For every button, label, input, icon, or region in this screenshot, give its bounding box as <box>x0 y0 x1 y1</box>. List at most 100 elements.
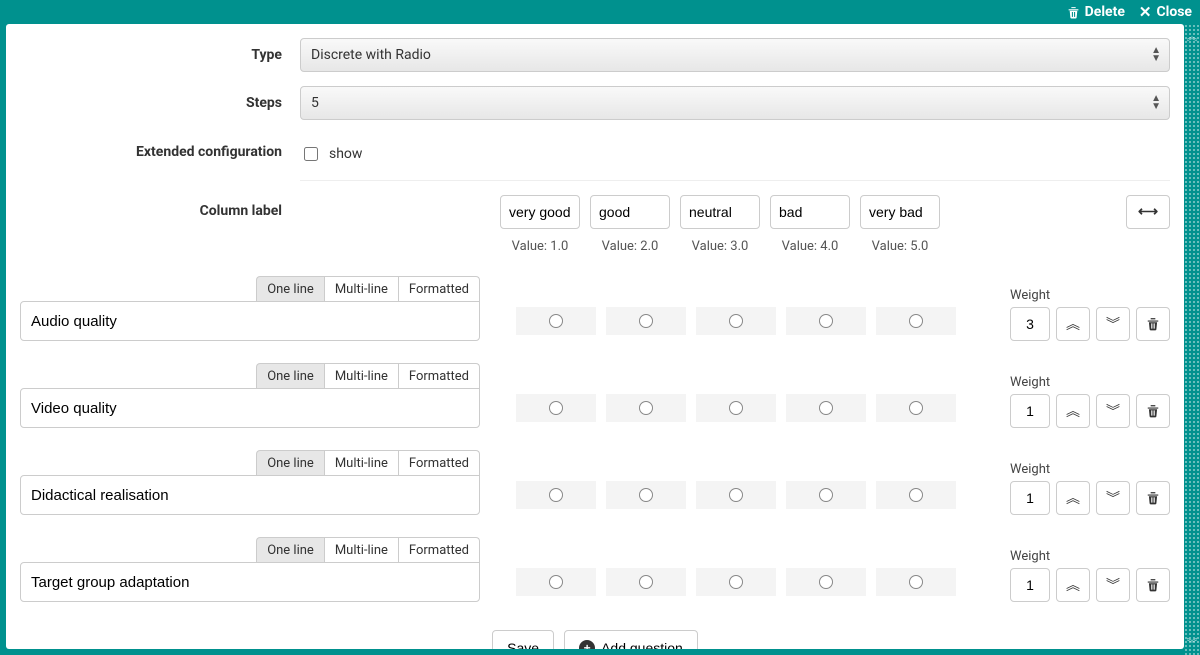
close-button[interactable]: ✕ Close <box>1139 3 1192 21</box>
format-tab-formatted[interactable]: Formatted <box>398 363 480 389</box>
format-tab-multi-line[interactable]: Multi-line <box>324 450 399 476</box>
rating-radio[interactable] <box>516 307 596 335</box>
format-tab-one-line[interactable]: One line <box>256 537 325 563</box>
format-tab-multi-line[interactable]: Multi-line <box>324 363 399 389</box>
move-down-button[interactable]: ︾ <box>1096 481 1130 515</box>
chevron-updown-icon: ▲▼ <box>1151 47 1161 63</box>
delete-row-button[interactable] <box>1136 568 1170 602</box>
weight-label: Weight <box>1010 549 1170 564</box>
delete-button[interactable]: Delete <box>1067 4 1125 20</box>
side-toggle[interactable]: ︽ ︾ <box>1184 24 1200 655</box>
rating-radio[interactable] <box>786 394 866 422</box>
radio-icon <box>729 314 743 328</box>
weight-label: Weight <box>1010 375 1170 390</box>
column-label-input[interactable] <box>680 195 760 229</box>
move-up-button[interactable]: ︽ <box>1056 307 1090 341</box>
rating-radio[interactable] <box>696 394 776 422</box>
column-value: Value: 2.0 <box>590 239 670 254</box>
move-up-button[interactable]: ︽ <box>1056 481 1090 515</box>
add-question-button[interactable]: + Add question <box>564 630 698 649</box>
steps-select[interactable]: 5 ▲▼ <box>300 86 1170 120</box>
format-tab-one-line[interactable]: One line <box>256 450 325 476</box>
rating-radio[interactable] <box>786 307 866 335</box>
type-label: Type <box>20 47 300 63</box>
move-up-button[interactable]: ︽ <box>1056 394 1090 428</box>
rating-radio[interactable] <box>696 568 776 596</box>
save-label: Save <box>507 640 539 649</box>
rating-radio[interactable] <box>786 481 866 509</box>
radio-icon <box>819 314 833 328</box>
format-tab-one-line[interactable]: One line <box>256 363 325 389</box>
save-button[interactable]: Save <box>492 630 554 649</box>
format-tab-multi-line[interactable]: Multi-line <box>324 537 399 563</box>
double-chevron-up-icon: ︽ <box>1066 314 1080 334</box>
close-icon: ✕ <box>1139 3 1152 21</box>
extconf-checkbox-label: show <box>329 146 362 162</box>
column-label-input[interactable] <box>500 195 580 229</box>
delete-row-button[interactable] <box>1136 394 1170 428</box>
column-value: Value: 3.0 <box>680 239 760 254</box>
column-label-input[interactable] <box>860 195 940 229</box>
double-chevron-up-icon: ︽ <box>1066 488 1080 508</box>
extconf-checkbox[interactable] <box>304 147 318 161</box>
rating-radio[interactable] <box>876 394 956 422</box>
weight-input[interactable] <box>1010 568 1050 602</box>
column-label-input[interactable] <box>770 195 850 229</box>
rating-radio[interactable] <box>876 481 956 509</box>
double-chevron-down-icon: ︾ <box>1106 575 1120 595</box>
delete-row-button[interactable] <box>1136 481 1170 515</box>
rating-radio[interactable] <box>696 307 776 335</box>
reverse-columns-button[interactable]: ⟷ <box>1126 195 1170 229</box>
trash-icon <box>1146 404 1160 418</box>
format-tab-formatted[interactable]: Formatted <box>398 537 480 563</box>
radio-icon <box>639 575 653 589</box>
rating-radio[interactable] <box>696 481 776 509</box>
type-select[interactable]: Discrete with Radio ▲▼ <box>300 38 1170 72</box>
rating-radio[interactable] <box>516 394 596 422</box>
type-value: Discrete with Radio <box>311 47 431 63</box>
move-down-button[interactable]: ︾ <box>1096 394 1130 428</box>
weight-input[interactable] <box>1010 307 1050 341</box>
weight-label: Weight <box>1010 462 1170 477</box>
column-value: Value: 4.0 <box>770 239 850 254</box>
move-down-button[interactable]: ︾ <box>1096 307 1130 341</box>
rating-radio[interactable] <box>606 568 686 596</box>
rating-radio[interactable] <box>876 307 956 335</box>
radio-icon <box>639 401 653 415</box>
move-down-button[interactable]: ︾ <box>1096 568 1130 602</box>
radio-icon <box>549 575 563 589</box>
question-text-input[interactable] <box>20 562 480 602</box>
column-value: Value: 5.0 <box>860 239 940 254</box>
trash-icon <box>1146 578 1160 592</box>
question-text-input[interactable] <box>20 388 480 428</box>
format-tab-multi-line[interactable]: Multi-line <box>324 276 399 302</box>
radio-icon <box>909 314 923 328</box>
rating-radio[interactable] <box>606 394 686 422</box>
rating-radio[interactable] <box>606 481 686 509</box>
radio-icon <box>549 488 563 502</box>
format-tab-one-line[interactable]: One line <box>256 276 325 302</box>
column-label-input[interactable] <box>590 195 670 229</box>
weight-input[interactable] <box>1010 394 1050 428</box>
swap-horizontal-icon: ⟷ <box>1138 204 1158 220</box>
radio-icon <box>909 488 923 502</box>
format-tab-formatted[interactable]: Formatted <box>398 450 480 476</box>
rating-radio[interactable] <box>516 568 596 596</box>
rating-radio[interactable] <box>786 568 866 596</box>
plus-circle-icon: + <box>579 640 595 649</box>
delete-row-button[interactable] <box>1136 307 1170 341</box>
format-tab-formatted[interactable]: Formatted <box>398 276 480 302</box>
delete-label: Delete <box>1085 4 1125 20</box>
move-up-button[interactable]: ︽ <box>1056 568 1090 602</box>
add-question-label: Add question <box>601 640 683 649</box>
rating-radio[interactable] <box>876 568 956 596</box>
rating-radio[interactable] <box>606 307 686 335</box>
double-chevron-up-icon: ︽ <box>1066 575 1080 595</box>
radio-icon <box>729 488 743 502</box>
radio-icon <box>909 401 923 415</box>
question-text-input[interactable] <box>20 301 480 341</box>
weight-input[interactable] <box>1010 481 1050 515</box>
weight-label: Weight <box>1010 288 1170 303</box>
rating-radio[interactable] <box>516 481 596 509</box>
question-text-input[interactable] <box>20 475 480 515</box>
